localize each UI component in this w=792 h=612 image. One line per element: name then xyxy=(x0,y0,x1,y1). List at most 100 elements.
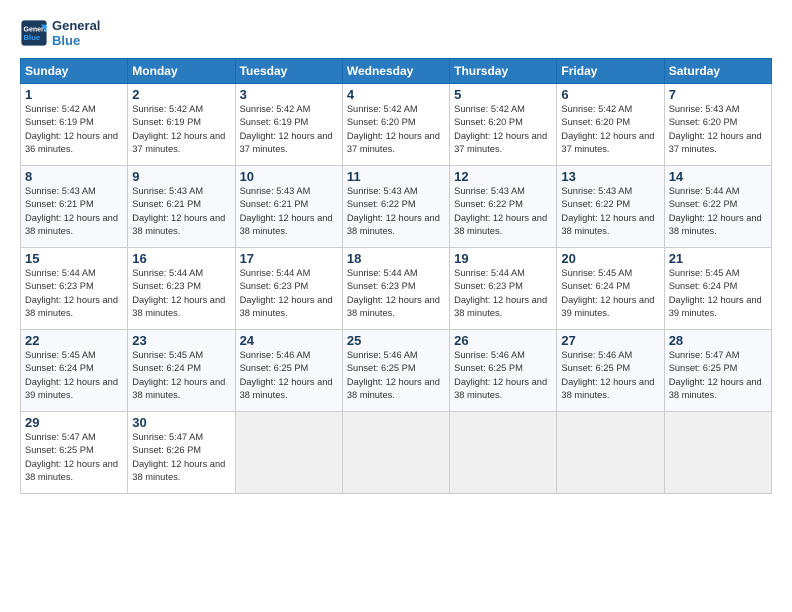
day-number: 12 xyxy=(454,169,552,184)
day-info: Sunrise: 5:44 AMSunset: 6:23 PMDaylight:… xyxy=(454,267,552,321)
week-row-4: 22Sunrise: 5:45 AMSunset: 6:24 PMDayligh… xyxy=(21,330,772,412)
calendar-cell: 4Sunrise: 5:42 AMSunset: 6:20 PMDaylight… xyxy=(342,84,449,166)
day-number: 10 xyxy=(240,169,338,184)
day-info: Sunrise: 5:45 AMSunset: 6:24 PMDaylight:… xyxy=(561,267,659,321)
calendar-cell: 3Sunrise: 5:42 AMSunset: 6:19 PMDaylight… xyxy=(235,84,342,166)
weekday-header-saturday: Saturday xyxy=(664,59,771,84)
day-info: Sunrise: 5:42 AMSunset: 6:19 PMDaylight:… xyxy=(132,103,230,157)
day-info: Sunrise: 5:46 AMSunset: 6:25 PMDaylight:… xyxy=(454,349,552,403)
day-number: 21 xyxy=(669,251,767,266)
calendar-cell: 26Sunrise: 5:46 AMSunset: 6:25 PMDayligh… xyxy=(450,330,557,412)
day-number: 15 xyxy=(25,251,123,266)
day-info: Sunrise: 5:45 AMSunset: 6:24 PMDaylight:… xyxy=(132,349,230,403)
calendar-cell: 9Sunrise: 5:43 AMSunset: 6:21 PMDaylight… xyxy=(128,166,235,248)
day-number: 28 xyxy=(669,333,767,348)
calendar-cell: 20Sunrise: 5:45 AMSunset: 6:24 PMDayligh… xyxy=(557,248,664,330)
day-number: 13 xyxy=(561,169,659,184)
weekday-header-monday: Monday xyxy=(128,59,235,84)
day-number: 16 xyxy=(132,251,230,266)
day-info: Sunrise: 5:47 AMSunset: 6:26 PMDaylight:… xyxy=(132,431,230,485)
day-info: Sunrise: 5:43 AMSunset: 6:21 PMDaylight:… xyxy=(132,185,230,239)
day-info: Sunrise: 5:45 AMSunset: 6:24 PMDaylight:… xyxy=(669,267,767,321)
day-info: Sunrise: 5:43 AMSunset: 6:20 PMDaylight:… xyxy=(669,103,767,157)
calendar-cell: 22Sunrise: 5:45 AMSunset: 6:24 PMDayligh… xyxy=(21,330,128,412)
calendar-cell: 28Sunrise: 5:47 AMSunset: 6:25 PMDayligh… xyxy=(664,330,771,412)
day-info: Sunrise: 5:43 AMSunset: 6:21 PMDaylight:… xyxy=(25,185,123,239)
logo-icon: General Blue xyxy=(20,19,48,47)
day-info: Sunrise: 5:43 AMSunset: 6:22 PMDaylight:… xyxy=(561,185,659,239)
day-info: Sunrise: 5:42 AMSunset: 6:20 PMDaylight:… xyxy=(561,103,659,157)
day-number: 18 xyxy=(347,251,445,266)
day-info: Sunrise: 5:45 AMSunset: 6:24 PMDaylight:… xyxy=(25,349,123,403)
day-number: 5 xyxy=(454,87,552,102)
day-info: Sunrise: 5:42 AMSunset: 6:20 PMDaylight:… xyxy=(454,103,552,157)
day-info: Sunrise: 5:44 AMSunset: 6:23 PMDaylight:… xyxy=(240,267,338,321)
weekday-header-tuesday: Tuesday xyxy=(235,59,342,84)
calendar-cell: 18Sunrise: 5:44 AMSunset: 6:23 PMDayligh… xyxy=(342,248,449,330)
day-number: 27 xyxy=(561,333,659,348)
calendar-cell: 29Sunrise: 5:47 AMSunset: 6:25 PMDayligh… xyxy=(21,412,128,494)
day-info: Sunrise: 5:44 AMSunset: 6:23 PMDaylight:… xyxy=(347,267,445,321)
calendar-cell: 8Sunrise: 5:43 AMSunset: 6:21 PMDaylight… xyxy=(21,166,128,248)
day-info: Sunrise: 5:43 AMSunset: 6:22 PMDaylight:… xyxy=(454,185,552,239)
day-info: Sunrise: 5:47 AMSunset: 6:25 PMDaylight:… xyxy=(25,431,123,485)
logo-text: General Blue xyxy=(52,18,100,48)
day-number: 20 xyxy=(561,251,659,266)
weekday-header-sunday: Sunday xyxy=(21,59,128,84)
calendar-body: 1 Sunrise: 5:42 AMSunset: 6:19 PMDaylight… xyxy=(21,84,772,494)
logo: General Blue General Blue xyxy=(20,18,100,48)
day-info: Sunrise: 5:46 AMSunset: 6:25 PMDaylight:… xyxy=(561,349,659,403)
calendar-cell: 17Sunrise: 5:44 AMSunset: 6:23 PMDayligh… xyxy=(235,248,342,330)
week-row-3: 15Sunrise: 5:44 AMSunset: 6:23 PMDayligh… xyxy=(21,248,772,330)
calendar-cell: 27Sunrise: 5:46 AMSunset: 6:25 PMDayligh… xyxy=(557,330,664,412)
day-number: 23 xyxy=(132,333,230,348)
calendar-cell xyxy=(557,412,664,494)
day-info: Sunrise: 5:46 AMSunset: 6:25 PMDaylight:… xyxy=(240,349,338,403)
day-number: 9 xyxy=(132,169,230,184)
day-number: 26 xyxy=(454,333,552,348)
day-number: 3 xyxy=(240,87,338,102)
calendar-cell: 7Sunrise: 5:43 AMSunset: 6:20 PMDaylight… xyxy=(664,84,771,166)
day-info: Sunrise: 5:43 AMSunset: 6:21 PMDaylight:… xyxy=(240,185,338,239)
day-number: 11 xyxy=(347,169,445,184)
day-number: 8 xyxy=(25,169,123,184)
day-number: 24 xyxy=(240,333,338,348)
header: General Blue General Blue xyxy=(20,18,772,48)
calendar-cell: 14Sunrise: 5:44 AMSunset: 6:22 PMDayligh… xyxy=(664,166,771,248)
calendar-cell: 5Sunrise: 5:42 AMSunset: 6:20 PMDaylight… xyxy=(450,84,557,166)
day-info: Sunrise: 5:44 AMSunset: 6:23 PMDaylight:… xyxy=(132,267,230,321)
day-number: 1 xyxy=(25,87,123,102)
day-number: 6 xyxy=(561,87,659,102)
day-number: 19 xyxy=(454,251,552,266)
calendar-cell: 25Sunrise: 5:46 AMSunset: 6:25 PMDayligh… xyxy=(342,330,449,412)
calendar-cell xyxy=(664,412,771,494)
calendar-cell: 13Sunrise: 5:43 AMSunset: 6:22 PMDayligh… xyxy=(557,166,664,248)
day-number: 30 xyxy=(132,415,230,430)
day-number: 25 xyxy=(347,333,445,348)
day-number: 29 xyxy=(25,415,123,430)
calendar-table: SundayMondayTuesdayWednesdayThursdayFrid… xyxy=(20,58,772,494)
day-number: 2 xyxy=(132,87,230,102)
day-info: Sunrise: 5:44 AMSunset: 6:23 PMDaylight:… xyxy=(25,267,123,321)
svg-text:Blue: Blue xyxy=(24,33,41,42)
week-row-1: 1 Sunrise: 5:42 AMSunset: 6:19 PMDaylight… xyxy=(21,84,772,166)
calendar-cell: 30Sunrise: 5:47 AMSunset: 6:26 PMDayligh… xyxy=(128,412,235,494)
calendar-cell: 12Sunrise: 5:43 AMSunset: 6:22 PMDayligh… xyxy=(450,166,557,248)
calendar-cell: 1Sunrise: 5:42 AMSunset: 6:19 PMDaylight… xyxy=(21,84,128,166)
calendar-cell: 15Sunrise: 5:44 AMSunset: 6:23 PMDayligh… xyxy=(21,248,128,330)
weekday-header-row: SundayMondayTuesdayWednesdayThursdayFrid… xyxy=(21,59,772,84)
calendar-cell: 6Sunrise: 5:42 AMSunset: 6:20 PMDaylight… xyxy=(557,84,664,166)
week-row-5: 29Sunrise: 5:47 AMSunset: 6:25 PMDayligh… xyxy=(21,412,772,494)
calendar-cell: 23Sunrise: 5:45 AMSunset: 6:24 PMDayligh… xyxy=(128,330,235,412)
calendar-cell: 21Sunrise: 5:45 AMSunset: 6:24 PMDayligh… xyxy=(664,248,771,330)
day-info: Sunrise: 5:42 AMSunset: 6:20 PMDaylight:… xyxy=(347,103,445,157)
calendar-cell: 2Sunrise: 5:42 AMSunset: 6:19 PMDaylight… xyxy=(128,84,235,166)
day-number: 4 xyxy=(347,87,445,102)
weekday-header-wednesday: Wednesday xyxy=(342,59,449,84)
calendar-cell xyxy=(342,412,449,494)
day-info: Sunrise: 5:44 AMSunset: 6:22 PMDaylight:… xyxy=(669,185,767,239)
calendar-cell: 24Sunrise: 5:46 AMSunset: 6:25 PMDayligh… xyxy=(235,330,342,412)
day-number: 14 xyxy=(669,169,767,184)
day-info: Sunrise: 5:43 AMSunset: 6:22 PMDaylight:… xyxy=(347,185,445,239)
calendar-cell xyxy=(450,412,557,494)
